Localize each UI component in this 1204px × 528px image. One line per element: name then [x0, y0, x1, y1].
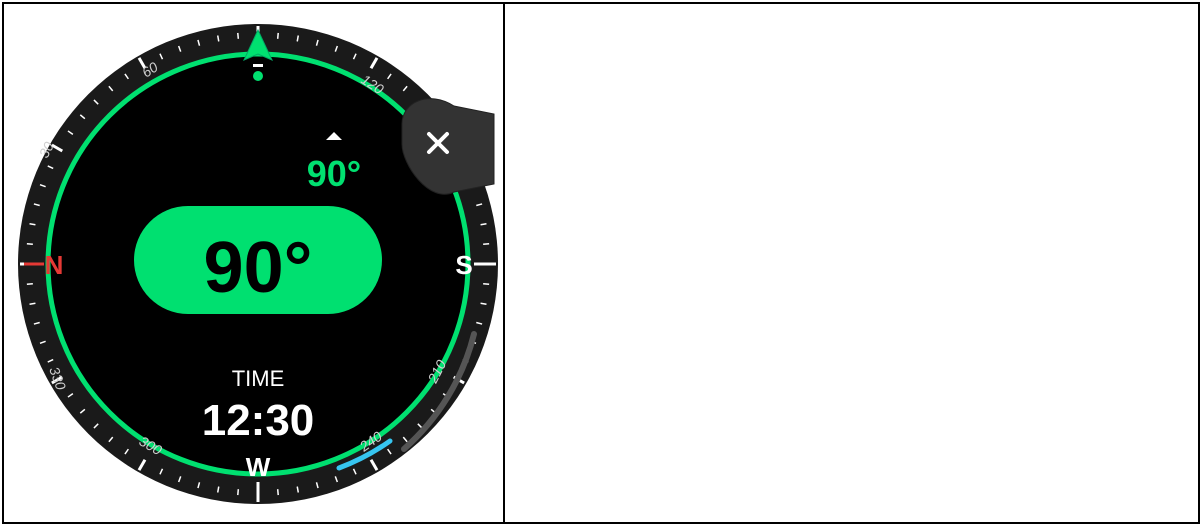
bezel-tick [296, 486, 300, 493]
time-label: TIME [232, 366, 285, 391]
bezel-tick [237, 32, 240, 39]
bezel-tick [480, 302, 487, 306]
bezel-tick [276, 489, 279, 496]
north-label: N [45, 250, 64, 280]
bezel-tick [29, 302, 36, 306]
watch-face: 60 120 30 330 300 240 210 N S W 90° 90° … [18, 24, 498, 504]
bezel-tick [296, 35, 300, 42]
south-label: S [455, 250, 472, 280]
bezel-tick [26, 282, 33, 285]
bezel-tick [483, 282, 490, 285]
bezel-tick [276, 32, 279, 39]
bezel-tick [216, 35, 220, 42]
bezel-tick [29, 222, 36, 226]
empty-right-pane [505, 4, 1198, 522]
west-label: W [246, 452, 271, 482]
bezel-tick [26, 243, 33, 246]
bezel-tick [480, 222, 487, 226]
watch-pane: 60 120 30 330 300 240 210 N S W 90° 90° … [4, 4, 503, 522]
current-heading: 90° [204, 228, 313, 308]
time-value: 12:30 [202, 396, 315, 445]
bezel-tick [216, 486, 220, 493]
bezel-tick [237, 489, 240, 496]
target-heading: 90° [307, 153, 361, 194]
bezel-tick [483, 243, 490, 246]
